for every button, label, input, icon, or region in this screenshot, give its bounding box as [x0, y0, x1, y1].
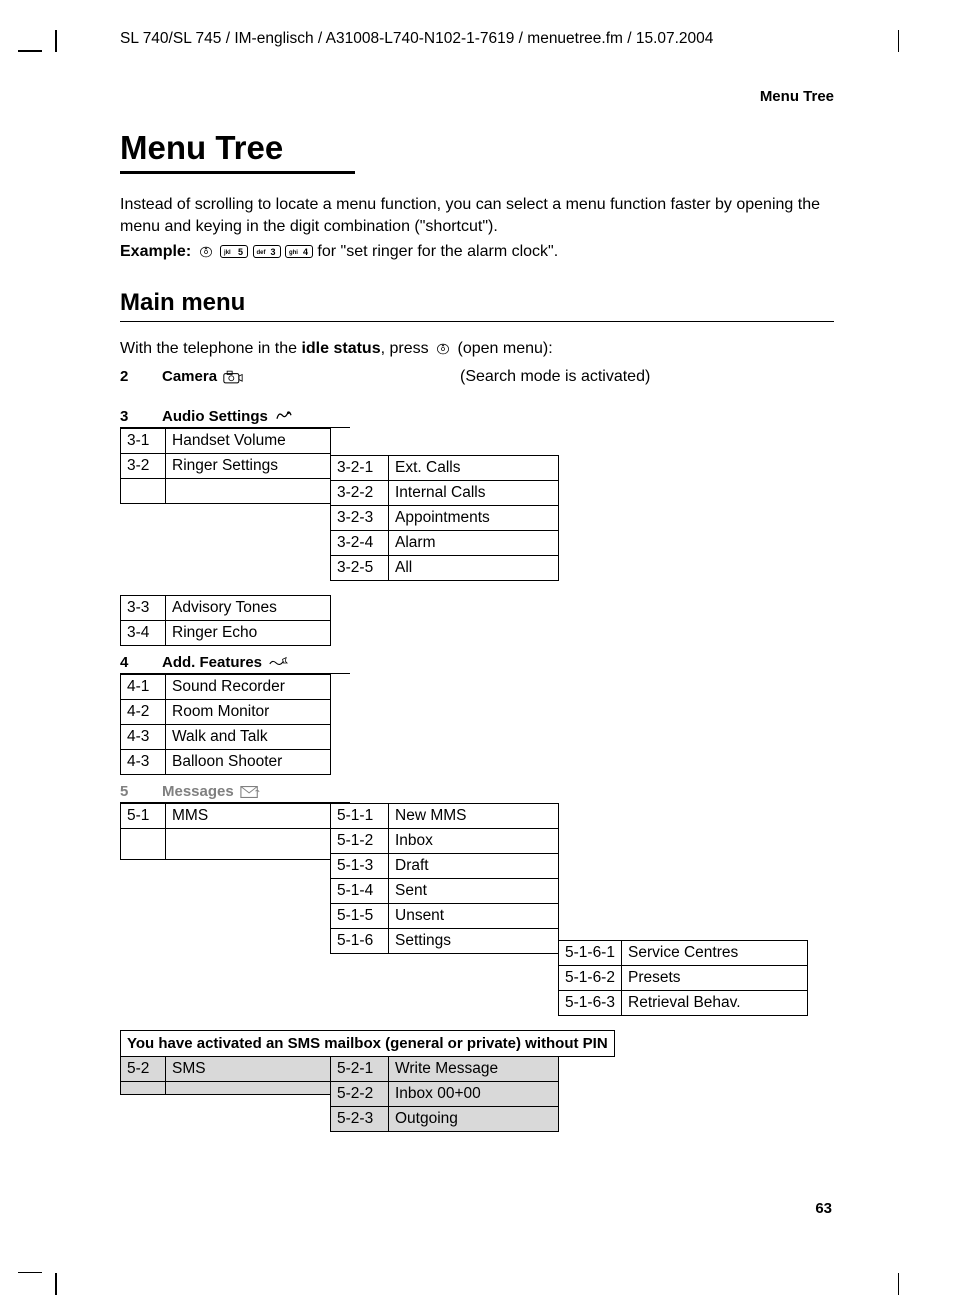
section-num: 2 — [120, 368, 162, 385]
navkey-icon — [196, 245, 216, 259]
key-4: ghi4 — [285, 245, 313, 258]
idle-instruction: With the telephone in the idle status, p… — [120, 340, 834, 358]
section-title-audio: Audio Settings — [162, 408, 350, 425]
example-suffix: for "set ringer for the alarm clock". — [317, 243, 558, 260]
audio-table-left: 3-1Handset Volume 3-2Ringer Settings — [120, 428, 331, 504]
sms-table-right: 5-2-1Write Message 5-2-2Inbox 00+00 5-2-… — [330, 1056, 559, 1132]
camera-icon — [223, 370, 243, 384]
section-2-row: 2 Camera (Search mode is activated) — [120, 368, 834, 386]
envelope-icon — [240, 785, 260, 799]
header-section-title: Menu Tree — [120, 88, 834, 105]
table-row: 5-2-2Inbox 00+00 — [331, 1082, 559, 1107]
page-title: Menu Tree — [120, 129, 834, 167]
table-row: 3-2-2Internal Calls — [331, 481, 559, 506]
navkey-icon — [433, 342, 453, 356]
table-row: 3-2-4Alarm — [331, 531, 559, 556]
audio-table-bottom: 3-3Advisory Tones 3-4Ringer Echo — [120, 595, 331, 646]
table-row: 5-1-5Unsent — [331, 904, 559, 929]
table-row: 5-1-6-3Retrieval Behav. — [559, 991, 808, 1016]
table-row: 4-3Balloon Shooter — [121, 750, 331, 775]
key-3: def3 — [253, 245, 281, 258]
table-row: 3-4Ringer Echo — [121, 621, 331, 646]
audio-table-right: 3-2-1Ext. Calls 3-2-2Internal Calls 3-2-… — [330, 455, 559, 581]
section-underline — [120, 321, 834, 322]
messages-table-left: 5-1MMS — [120, 803, 331, 860]
table-row: 5-1MMS — [121, 804, 331, 829]
section-num: 3 — [120, 408, 162, 425]
page-number: 63 — [815, 1200, 832, 1217]
camera-note: (Search mode is activated) — [460, 368, 650, 386]
file-path: SL 740/SL 745 / IM-englisch / A31008-L74… — [120, 30, 834, 48]
table-row: 3-2-3Appointments — [331, 506, 559, 531]
table-row: 5-1-6-2Presets — [559, 966, 808, 991]
table-row — [121, 497, 331, 504]
messages-table-right: 5-1-6-1Service Centres 5-1-6-2Presets 5-… — [558, 940, 808, 1016]
messages-table-mid: 5-1-1New MMS 5-1-2Inbox 5-1-3Draft 5-1-4… — [330, 803, 559, 954]
key-5: jkl5 — [220, 245, 248, 258]
intro-text: Instead of scrolling to locate a menu fu… — [120, 194, 834, 237]
table-row: 4-2Room Monitor — [121, 700, 331, 725]
table-row: 3-2-5All — [331, 556, 559, 581]
example-line: Example: jkl5 def3 ghi4 for "set ringer … — [120, 243, 834, 261]
addfeatures-table: 4-1Sound Recorder 4-2Room Monitor 4-3Wal… — [120, 674, 331, 775]
section-title-camera: Camera — [162, 368, 350, 385]
table-row: 5-2-3Outgoing — [331, 1107, 559, 1132]
table-row: 5-1-2Inbox — [331, 829, 559, 854]
sms-note: You have activated an SMS mailbox (gener… — [120, 1030, 615, 1057]
table-row: 4-1Sound Recorder — [121, 675, 331, 700]
table-row: 3-2Ringer Settings — [121, 454, 331, 479]
sound-icon — [274, 410, 294, 424]
title-underline — [120, 171, 355, 174]
table-row: 4-3Walk and Talk — [121, 725, 331, 750]
sms-table-left: 5-2SMS — [120, 1056, 331, 1095]
table-row: 5-1-6Settings — [331, 929, 559, 954]
table-row: 5-1-1New MMS — [331, 804, 559, 829]
section-title-addfeatures: Add. Features — [162, 654, 350, 671]
table-row: 5-2SMS — [121, 1057, 331, 1082]
table-row: 3-3Advisory Tones — [121, 596, 331, 621]
section-title-messages: Messages — [162, 783, 350, 800]
section-num: 4 — [120, 654, 162, 671]
table-row: 3-2-1Ext. Calls — [331, 456, 559, 481]
features-icon — [268, 656, 288, 670]
example-label: Example: — [120, 243, 191, 260]
table-row: 5-2-1Write Message — [331, 1057, 559, 1082]
table-row: 5-1-6-1Service Centres — [559, 941, 808, 966]
main-menu-heading: Main menu — [120, 289, 834, 317]
table-row: 3-1Handset Volume — [121, 429, 331, 454]
section-num: 5 — [120, 783, 162, 800]
table-row: 5-1-3Draft — [331, 854, 559, 879]
table-row: 5-1-4Sent — [331, 879, 559, 904]
